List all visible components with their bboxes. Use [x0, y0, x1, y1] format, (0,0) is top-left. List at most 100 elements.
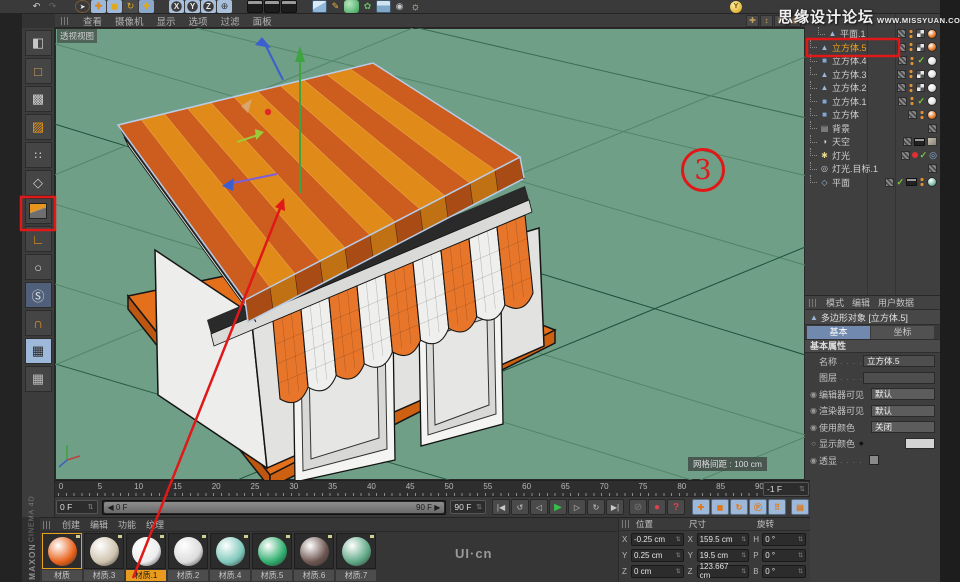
pos-y-field[interactable]: 0.25 cm [631, 549, 684, 562]
move-tool-icon[interactable] [91, 0, 106, 13]
rotate-view-icon[interactable] [774, 15, 787, 27]
add-deformer-icon[interactable] [360, 0, 375, 13]
visibility-dots-icon[interactable] [919, 110, 925, 120]
object-label[interactable]: 平面 [832, 176, 885, 189]
drag-grip-icon[interactable] [809, 299, 818, 307]
rot-p-field[interactable]: 0 ° [762, 549, 806, 562]
attribute-menu-item[interactable]: 用户数据 [878, 296, 914, 309]
keyframe-circle-icon[interactable]: ◉ [808, 423, 819, 432]
attribute-menu-item[interactable]: 编辑 [852, 296, 870, 309]
material-swatch[interactable]: 材质.7 [336, 533, 376, 581]
enabled-check-icon[interactable]: ✓ [917, 96, 925, 107]
undo-icon[interactable] [29, 0, 44, 13]
compositing-tag-icon[interactable] [914, 138, 925, 146]
key-pla-button[interactable]: ⠿ [768, 499, 786, 515]
model-mode-icon[interactable] [25, 58, 52, 84]
polygons-mode-icon[interactable] [25, 198, 52, 224]
pan-view-icon[interactable] [746, 15, 759, 27]
object-label[interactable]: 灯光 [832, 149, 901, 162]
workplane-mode-icon[interactable] [25, 114, 52, 140]
play-backwards-button[interactable]: ↺ [511, 499, 529, 515]
object-label[interactable]: 灯光.目标.1 [832, 162, 928, 175]
viewport-menu-item[interactable]: 选项 [189, 14, 208, 28]
add-environment-icon[interactable] [376, 0, 391, 13]
color-swatch[interactable] [905, 438, 935, 449]
key-position-button[interactable]: ✚ [692, 499, 710, 515]
object-label[interactable]: 立方体.3 [832, 68, 897, 81]
visibility-dots-icon[interactable] [909, 96, 915, 106]
pos-z-field[interactable]: 0 cm [631, 565, 684, 578]
layer-icon[interactable] [897, 83, 906, 92]
material-menu-item[interactable]: 功能 [118, 518, 136, 531]
material-thumb[interactable] [927, 69, 937, 79]
material-thumb[interactable] [294, 533, 334, 569]
points-mode-icon[interactable] [25, 142, 52, 168]
live-selection-icon[interactable] [75, 0, 90, 13]
material-menu-item[interactable]: 纹理 [146, 518, 164, 531]
object-label[interactable]: 天空 [832, 135, 903, 148]
material-thumb[interactable] [336, 533, 376, 569]
object-label[interactable]: 背景 [832, 122, 928, 135]
enabled-check-icon[interactable]: ✓ [920, 150, 928, 161]
autokey-button[interactable]: ● [648, 499, 666, 515]
scale-tool-icon[interactable] [107, 0, 122, 13]
object-label[interactable]: 立方体.4 [832, 54, 898, 67]
goto-end-button[interactable]: ▶| [606, 499, 624, 515]
make-editable-icon[interactable] [25, 30, 52, 56]
viewport-canvas[interactable] [55, 28, 805, 480]
frame-range-slider[interactable]: ◀ 0 F 90 F ▶ [102, 500, 447, 515]
last-tool-icon[interactable] [139, 0, 154, 13]
material-label[interactable]: 材质.7 [336, 570, 376, 581]
attribute-dropdown[interactable]: 默认 [871, 405, 935, 417]
viewport-menu-item[interactable]: 查看 [83, 14, 102, 28]
object-row[interactable]: ▲立方体.5 [805, 41, 940, 55]
layer-icon[interactable] [928, 124, 937, 133]
render-view-icon[interactable] [247, 0, 263, 13]
viewport-menu-item[interactable]: 面板 [253, 14, 272, 28]
attribute-input[interactable] [863, 372, 935, 384]
material-label[interactable]: 材质.3 [84, 570, 124, 581]
magnet-icon[interactable] [25, 310, 52, 336]
keyframe-circle-icon[interactable]: ◉ [808, 406, 819, 415]
enable-axis-icon[interactable] [25, 226, 52, 252]
add-generator-icon[interactable] [344, 0, 359, 13]
object-row[interactable]: ▲平面.1 [805, 27, 940, 41]
enabled-check-icon[interactable]: ✓ [917, 55, 925, 66]
frame-range-pill[interactable]: ◀ 0 F 90 F ▶ [104, 502, 445, 513]
material-label[interactable]: 材质.5 [252, 570, 292, 581]
goto-start-button[interactable]: |◀ [492, 499, 510, 515]
rotate-tool-icon[interactable] [123, 0, 138, 13]
object-label[interactable]: 立方体.2 [832, 81, 897, 94]
layer-icon[interactable] [898, 56, 907, 65]
object-label[interactable]: 平面.1 [840, 27, 897, 40]
snap-icon[interactable] [25, 282, 52, 308]
lock-y-axis-icon[interactable] [185, 0, 200, 13]
material-thumb[interactable] [42, 533, 82, 569]
keyframe-selection-button[interactable]: ? [667, 499, 685, 515]
next-frame-button[interactable]: ▷ [568, 499, 586, 515]
visibility-dots-icon[interactable] [919, 177, 925, 187]
visibility-dots-icon[interactable] [909, 56, 915, 66]
lock-x-axis-icon[interactable] [169, 0, 184, 13]
layer-icon[interactable] [901, 151, 910, 160]
key-rotation-button[interactable]: ↻ [730, 499, 748, 515]
attribute-dropdown[interactable]: 关闭 [871, 421, 935, 433]
layer-icon[interactable] [897, 43, 906, 52]
render-team-icon[interactable] [281, 0, 297, 13]
toggle-view-icon[interactable] [788, 15, 801, 27]
material-label[interactable]: 材质.1 [126, 570, 166, 581]
material-thumb[interactable] [927, 42, 937, 52]
material-thumb[interactable] [168, 533, 208, 569]
material-thumb[interactable] [927, 83, 937, 93]
attribute-checkbox[interactable] [869, 455, 879, 465]
play-button[interactable]: ▶ [549, 499, 567, 515]
keyframe-circle-icon[interactable]: ◉ [808, 390, 819, 399]
layer-icon[interactable] [898, 97, 907, 106]
max-frame-spinner[interactable]: 90 F [450, 500, 486, 514]
tab-基本[interactable]: 基本 [807, 326, 870, 339]
drag-grip-icon[interactable] [61, 17, 70, 25]
add-camera-icon[interactable] [392, 0, 407, 13]
material-thumb[interactable] [252, 533, 292, 569]
layer-icon[interactable] [897, 70, 906, 79]
record-objects-button[interactable]: ⊘ [629, 499, 647, 515]
